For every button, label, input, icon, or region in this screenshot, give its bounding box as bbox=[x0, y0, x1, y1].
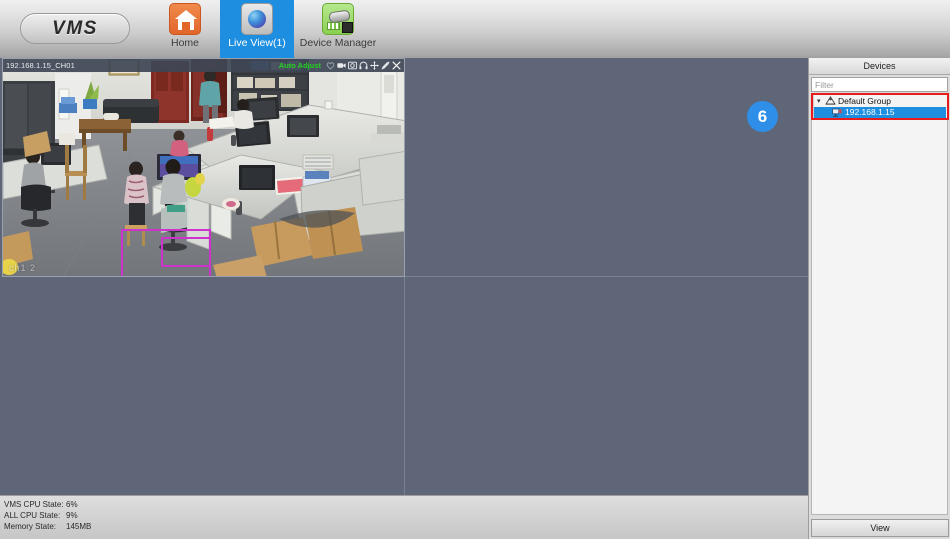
video-grid: ch1 2 192.168.1.15_CH01 Auto Adjust bbox=[2, 58, 808, 495]
video-cell-2[interactable] bbox=[405, 58, 808, 277]
video-cell-1[interactable]: ch1 2 192.168.1.15_CH01 Auto Adjust bbox=[2, 58, 405, 277]
device-manager-icon bbox=[322, 3, 354, 35]
detection-box-secondary bbox=[161, 237, 211, 267]
tree-node-default-group[interactable]: ▾ Default Group bbox=[814, 95, 947, 107]
group-icon bbox=[825, 96, 836, 105]
chevron-down-icon[interactable]: ▾ bbox=[817, 97, 825, 105]
status-row: Memory State: 145MB bbox=[4, 521, 91, 532]
video-watermark: ch1 2 bbox=[9, 263, 36, 273]
callout-badge-6: 6 bbox=[747, 101, 778, 132]
view-button[interactable]: View bbox=[811, 519, 949, 537]
home-icon bbox=[169, 3, 201, 35]
bottom-bar: VMS CPU State: 6% ALL CPU State: 9% Memo… bbox=[0, 495, 808, 539]
video-cell-3[interactable] bbox=[2, 277, 405, 496]
status-label-vms-cpu: VMS CPU State: bbox=[4, 499, 66, 510]
video-cell-controls: Auto Adjust bbox=[279, 61, 404, 70]
close-icon[interactable] bbox=[392, 61, 401, 70]
tree-node-device-label: 192.168.1.15 bbox=[845, 107, 895, 117]
vms-logo: VMS bbox=[20, 13, 130, 44]
status-row: VMS CPU State: 6% bbox=[4, 499, 91, 510]
device-tree-highlight: ▾ Default Group bbox=[811, 93, 949, 120]
status-label-all-cpu: ALL CPU State: bbox=[4, 510, 66, 521]
audio-icon[interactable] bbox=[359, 61, 368, 70]
tree-node-default-group-label: Default Group bbox=[838, 96, 891, 106]
device-filter-placeholder: Filter bbox=[815, 80, 834, 90]
record-icon[interactable] bbox=[337, 61, 346, 70]
status-value-memory: 145MB bbox=[66, 521, 91, 532]
device-filter-input[interactable]: Filter bbox=[811, 77, 948, 92]
live-view-icon bbox=[241, 3, 273, 35]
device-tree: ▾ Default Group bbox=[813, 95, 947, 118]
tree-node-device-192-168-1-15[interactable]: 192.168.1.15 bbox=[814, 107, 946, 119]
ptz-icon[interactable] bbox=[370, 61, 379, 70]
favorite-icon[interactable] bbox=[326, 61, 335, 70]
devices-panel: Devices Filter ▾ Default Group bbox=[808, 58, 950, 539]
video-cell-title: 192.168.1.15_CH01 bbox=[3, 61, 75, 70]
nav-item-live-view[interactable]: Live View(1) bbox=[220, 0, 294, 58]
edit-disabled-icon[interactable] bbox=[381, 61, 390, 70]
device-icon bbox=[832, 108, 842, 117]
system-status-panel: VMS CPU State: 6% ALL CPU State: 9% Memo… bbox=[4, 499, 91, 532]
status-value-all-cpu: 9% bbox=[66, 510, 78, 521]
video-wall: ch1 2 192.168.1.15_CH01 Auto Adjust bbox=[0, 58, 808, 495]
nav-item-home-label: Home bbox=[171, 37, 199, 49]
auto-adjust-label[interactable]: Auto Adjust bbox=[279, 61, 321, 70]
nav-item-device-manager-label: Device Manager bbox=[300, 37, 376, 49]
vms-application: VMS Home Live View(1) Device Manager bbox=[0, 0, 950, 539]
devices-panel-title: Devices bbox=[809, 58, 950, 75]
status-row: ALL CPU State: 9% bbox=[4, 510, 91, 521]
video-cell-4[interactable] bbox=[405, 277, 808, 496]
snapshot-icon[interactable] bbox=[348, 61, 357, 70]
vms-logo-text: VMS bbox=[52, 18, 98, 40]
status-value-vms-cpu: 6% bbox=[66, 499, 78, 510]
nav-item-live-view-label: Live View(1) bbox=[228, 37, 286, 49]
video-cell-titlebar: 192.168.1.15_CH01 Auto Adjust bbox=[3, 59, 404, 72]
app-header: VMS Home Live View(1) Device Manager bbox=[0, 0, 950, 58]
nav-item-device-manager[interactable]: Device Manager bbox=[296, 0, 380, 58]
device-tree-body[interactable] bbox=[811, 120, 948, 515]
nav-item-home[interactable]: Home bbox=[148, 0, 222, 58]
status-label-memory: Memory State: bbox=[4, 521, 66, 532]
